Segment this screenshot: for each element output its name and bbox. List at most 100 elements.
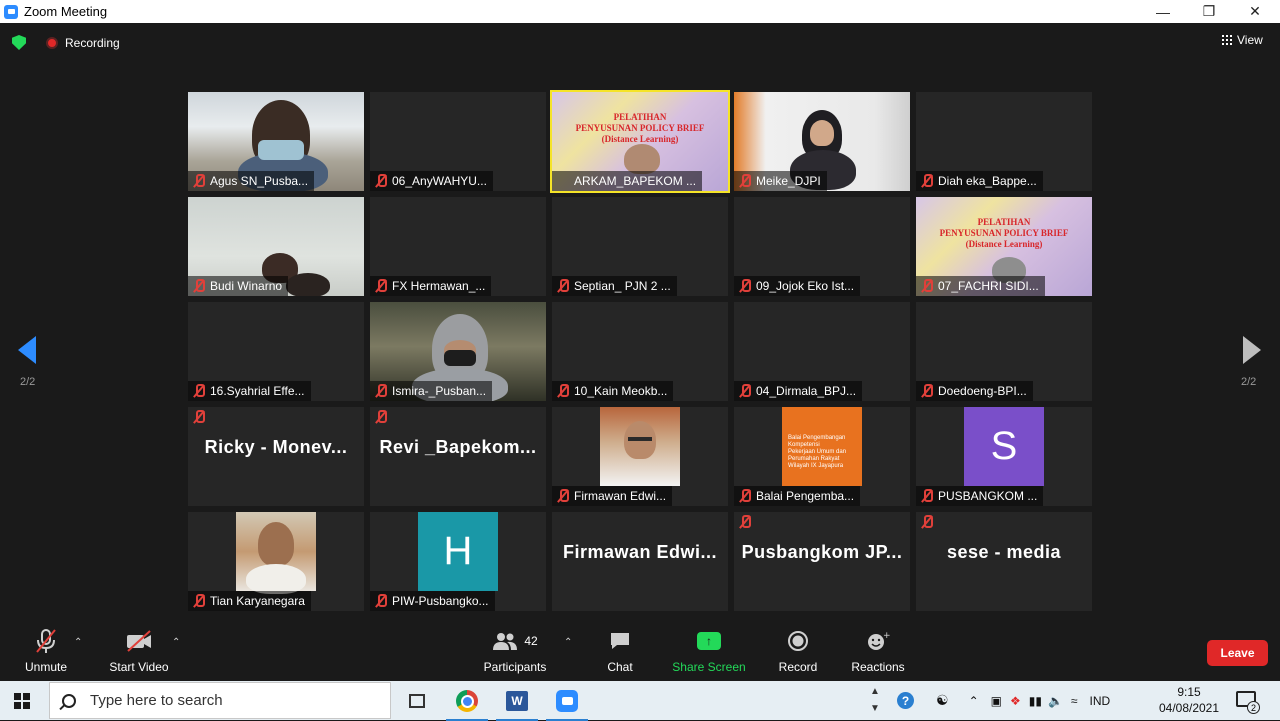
muted-mic-icon xyxy=(193,410,205,424)
participant-tile[interactable]: PELATIHAN PENYUSUNAN POLICY BRIEF (Dista… xyxy=(916,197,1092,296)
muted-mic-icon xyxy=(921,384,933,398)
share-screen-button[interactable]: ↑ Share Screen xyxy=(670,625,748,681)
participant-name: Doedoeng-BPI... xyxy=(916,381,1033,401)
tray-scroll-arrows[interactable]: ▲ ▼ xyxy=(870,683,880,717)
close-button[interactable]: ✕ xyxy=(1232,0,1278,23)
video-options-chevron-icon[interactable]: ⌃ xyxy=(172,637,180,648)
view-button[interactable]: View xyxy=(1222,33,1263,47)
share-arrow-icon: ↑ xyxy=(697,632,721,650)
security-shield-icon[interactable] xyxy=(12,35,26,50)
muted-mic-icon xyxy=(739,515,751,529)
participant-name: PIW-Pusbangko... xyxy=(370,591,495,611)
start-video-button[interactable]: Start Video xyxy=(104,625,174,681)
participant-tile[interactable]: Doedoeng-BPI... xyxy=(916,302,1092,401)
participant-tile[interactable]: FX Hermawan_... xyxy=(370,197,546,296)
audio-options-chevron-icon[interactable]: ⌃ xyxy=(74,637,82,648)
profile-photo xyxy=(236,512,316,594)
taskbar-search-box[interactable]: Type here to search xyxy=(49,682,391,719)
unmute-button[interactable]: Unmute xyxy=(22,625,70,681)
participant-tile[interactable]: sese - media xyxy=(916,512,1092,611)
participant-tile[interactable]: 04_Dirmala_BPJ... xyxy=(734,302,910,401)
meeting-toolbar: Unmute ⌃ Start Video ⌃ 42 Participants ⌃… xyxy=(0,625,1280,681)
next-page-button[interactable] xyxy=(1243,336,1267,366)
leave-button[interactable]: Leave xyxy=(1207,640,1268,666)
clock-date: 04/08/2021 xyxy=(1158,701,1220,715)
windows-start-icon[interactable] xyxy=(14,693,30,709)
muted-mic-icon xyxy=(557,384,569,398)
participant-name: FX Hermawan_... xyxy=(370,276,492,296)
slide-title: PELATIHAN PENYUSUNAN POLICY BRIEF (Dista… xyxy=(575,112,705,144)
participant-tile[interactable]: Tian Karyanegara xyxy=(188,512,364,611)
help-icon[interactable]: ? xyxy=(897,692,914,709)
muted-mic-icon xyxy=(193,594,205,608)
muted-mic-icon xyxy=(375,279,387,293)
participant-name: Agus SN_Pusba... xyxy=(188,171,315,191)
participant-tile[interactable]: S PUSBANGKOM ... xyxy=(916,407,1092,506)
participant-tile[interactable]: Balai Pengembangan Kompetensi Pekerjaan … xyxy=(734,407,910,506)
chevron-up-icon[interactable]: ⌃ xyxy=(969,694,979,708)
participant-tile[interactable]: 09_Jojok Eko Ist... xyxy=(734,197,910,296)
muted-mic-icon xyxy=(921,279,933,293)
participant-tile[interactable]: Firmawan Edwi... xyxy=(552,512,728,611)
participant-tile[interactable]: 10_Kain Meokb... xyxy=(552,302,728,401)
volume-icon[interactable]: 🔈 xyxy=(1048,694,1063,708)
task-view-button[interactable] xyxy=(402,686,432,716)
participant-name: Budi Winarno xyxy=(188,276,289,296)
dropbox-icon[interactable]: ❖ xyxy=(1010,694,1021,708)
recording-icon xyxy=(46,36,58,49)
participant-name: Septian_ PJN 2 ... xyxy=(552,276,677,296)
record-button[interactable]: Record xyxy=(776,625,820,681)
participant-tile[interactable]: Revi _Bapekom... xyxy=(370,407,546,506)
avatar-letter: S xyxy=(964,407,1044,486)
participant-tile[interactable]: Meike_DJPI xyxy=(734,92,910,191)
participant-tile[interactable]: Pusbangkom JP... xyxy=(734,512,910,611)
search-icon xyxy=(62,693,76,708)
muted-mic-icon xyxy=(375,174,387,188)
participant-tile[interactable]: 16.Syahrial Effe... xyxy=(188,302,364,401)
participant-tile[interactable]: Firmawan Edwi... xyxy=(552,407,728,506)
profile-photo: Balai Pengembangan Kompetensi Pekerjaan … xyxy=(782,407,862,486)
network-icon[interactable]: ≈ xyxy=(1071,694,1078,708)
participant-name: 09_Jojok Eko Ist... xyxy=(734,276,861,296)
device-icon[interactable]: ▣ xyxy=(991,694,1002,708)
reactions-button[interactable]: + Reactions xyxy=(848,625,908,681)
participant-tile[interactable]: H PIW-Pusbangko... xyxy=(370,512,546,611)
participant-tile[interactable]: Ricky - Monev... xyxy=(188,407,364,506)
participant-name: Balai Pengemba... xyxy=(734,486,861,506)
participant-tile[interactable]: Agus SN_Pusba... xyxy=(188,92,364,191)
participant-name: PUSBANGKOM ... xyxy=(916,486,1044,506)
arrow-left-icon xyxy=(18,336,36,364)
muted-mic-icon xyxy=(739,279,751,293)
participant-name: 16.Syahrial Effe... xyxy=(188,381,311,401)
chrome-taskbar-button[interactable] xyxy=(446,686,488,721)
profile-photo xyxy=(600,407,680,486)
participant-display-name: sese - media xyxy=(946,541,1062,562)
restore-button[interactable]: ❐ xyxy=(1186,0,1232,23)
search-placeholder: Type here to search xyxy=(90,692,223,709)
muted-mic-icon xyxy=(921,515,933,529)
svg-text:+: + xyxy=(883,631,890,641)
system-clock[interactable]: 9:15 04/08/2021 xyxy=(1157,684,1221,716)
meeting-status: Recording xyxy=(12,35,120,50)
arrow-right-icon xyxy=(1243,336,1261,364)
participant-tile[interactable]: Diah eka_Bappe... xyxy=(916,92,1092,191)
participant-tile-active-speaker[interactable]: PELATIHAN PENYUSUNAN POLICY BRIEF (Dista… xyxy=(550,90,730,193)
participant-tile[interactable]: Septian_ PJN 2 ... xyxy=(552,197,728,296)
word-taskbar-button[interactable]: W xyxy=(496,686,538,721)
participants-options-chevron-icon[interactable]: ⌃ xyxy=(564,637,572,648)
people-icon[interactable]: ☯ xyxy=(936,692,949,709)
minimize-button[interactable]: — xyxy=(1140,0,1186,23)
participant-tile[interactable]: Budi Winarno xyxy=(188,197,364,296)
view-label: View xyxy=(1237,33,1263,47)
meeting-area: Recording View 2/2 2/2 Agus SN_Pusba... … xyxy=(0,23,1280,625)
zoom-taskbar-button[interactable] xyxy=(546,686,588,721)
previous-page-button[interactable] xyxy=(18,336,42,366)
participant-tile[interactable]: Ismira-_Pusban... xyxy=(370,302,546,401)
battery-icon[interactable]: ▮▮ xyxy=(1029,694,1042,708)
participant-tile[interactable]: 06_AnyWAHYU... xyxy=(370,92,546,191)
page-indicator-left: 2/2 xyxy=(20,376,36,388)
participant-name: Ismira-_Pusban... xyxy=(370,381,493,401)
language-indicator[interactable]: IND xyxy=(1090,694,1111,708)
participants-button[interactable]: 42 Participants xyxy=(478,625,552,681)
chat-button[interactable]: Chat xyxy=(600,625,640,681)
